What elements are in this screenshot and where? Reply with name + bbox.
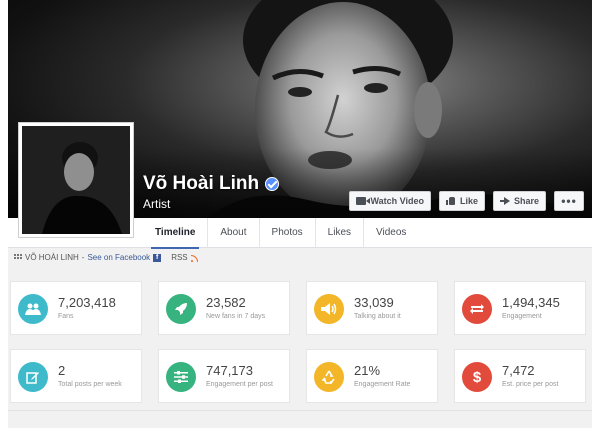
breadcrumb: VÕ HOÀI LINH - See on Facebook f RSS — [14, 253, 199, 262]
tab-likes[interactable]: Likes — [314, 218, 363, 248]
stat-value: 2 — [58, 363, 66, 378]
tab-list: Timeline About Photos Likes Videos — [143, 218, 418, 249]
stat-label: Engagement — [502, 313, 542, 320]
stat-label: Talking about it — [354, 313, 401, 320]
stat-label: Est. price per post — [502, 381, 559, 388]
breadcrumb-separator: - — [81, 253, 85, 262]
watch-video-button[interactable]: Watch Video — [349, 191, 431, 211]
rss-link[interactable]: RSS — [171, 253, 187, 262]
stat-card-talking-about: 33,039 Talking about it — [306, 281, 438, 335]
share-arrow-icon — [499, 197, 510, 205]
grid-icon — [14, 254, 22, 261]
more-dots-icon: ••• — [561, 194, 577, 208]
profile-picture-image — [22, 126, 130, 234]
recycle-icon — [314, 362, 344, 392]
stat-label: Engagement Rate — [354, 381, 411, 388]
sliders-icon — [166, 362, 196, 392]
page-name-text: Võ Hoài Linh — [143, 173, 260, 194]
watch-video-label: Watch Video — [370, 196, 424, 206]
stat-card-engagement-rate: 21% Engagement Rate — [306, 349, 438, 403]
profile-portrait-image — [22, 126, 130, 234]
exchange-icon — [462, 294, 492, 324]
edit-icon — [18, 362, 48, 392]
stat-label: New fans in 7 days — [206, 313, 266, 320]
users-icon — [18, 294, 48, 324]
more-options-button[interactable]: ••• — [554, 191, 584, 211]
see-on-facebook-link[interactable]: See on Facebook — [87, 253, 150, 262]
stat-card-new-fans: 23,582 New fans in 7 days — [158, 281, 290, 335]
stat-label: Engagement per post — [206, 381, 273, 388]
tab-photos[interactable]: Photos — [258, 218, 315, 248]
tab-timeline[interactable]: Timeline — [143, 218, 207, 249]
stat-label: Total posts per week — [58, 381, 122, 388]
stat-card-price-per-post: $ 7,472 Est. price per post — [454, 349, 586, 403]
thumbs-up-icon — [445, 197, 456, 205]
rss-icon[interactable] — [190, 254, 199, 262]
stat-value: 747,173 — [206, 363, 253, 378]
stat-value: 1,494,345 — [502, 295, 560, 310]
stat-label: Fans — [58, 313, 74, 320]
stat-value: 21% — [354, 363, 381, 378]
stat-card-engagement-per-post: 747,173 Engagement per post — [158, 349, 290, 403]
profile-picture[interactable] — [18, 122, 134, 238]
share-label: Share — [513, 196, 539, 206]
like-label: Like — [459, 196, 478, 206]
page-actions: Watch Video Like Share ••• — [349, 191, 584, 211]
facebook-icon[interactable]: f — [153, 253, 162, 262]
tab-videos[interactable]: Videos — [363, 218, 418, 248]
breadcrumb-page-name: VÕ HOÀI LINH — [25, 253, 79, 262]
bottom-divider — [8, 410, 592, 411]
page-category: Artist — [143, 197, 171, 211]
megaphone-icon — [314, 294, 344, 324]
stat-value: 33,039 — [354, 295, 394, 310]
share-button[interactable]: Share — [492, 191, 546, 211]
stat-value: 23,582 — [206, 295, 246, 310]
verified-badge-icon — [265, 177, 280, 191]
dollar-icon: $ — [462, 362, 492, 392]
stat-card-engagement: 1,494,345 Engagement — [454, 281, 586, 335]
video-camera-icon — [356, 197, 371, 205]
dollar-glyph: $ — [472, 368, 482, 386]
page-title: Võ Hoài Linh — [143, 173, 280, 195]
stat-value: 7,472 — [502, 363, 535, 378]
tab-about[interactable]: About — [207, 218, 258, 248]
like-button[interactable]: Like — [438, 191, 485, 211]
rocket-icon — [166, 294, 196, 324]
stat-card-posts-per-week: 2 Total posts per week — [10, 349, 142, 403]
stat-value: 7,203,418 — [58, 295, 116, 310]
stat-card-fans: 7,203,418 Fans — [10, 281, 142, 335]
